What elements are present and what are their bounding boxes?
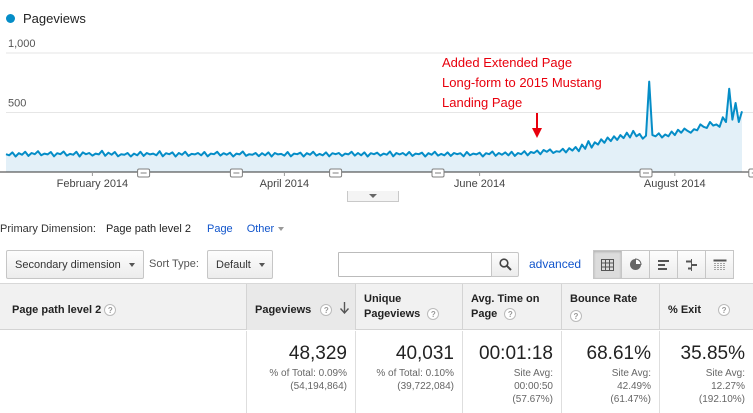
pivot-view-button[interactable] (705, 250, 734, 279)
annotation-text-line: Added Extended Page (442, 55, 572, 70)
totals-cell-avg-time: 00:01:18 Site Avg: 00:00:50 (57.67%) (462, 331, 561, 413)
annotation-marker-icon[interactable] (639, 168, 653, 178)
total-site-value: (54,194,864) (290, 381, 347, 392)
advanced-search-link[interactable]: advanced (529, 257, 581, 271)
comparison-icon (686, 258, 697, 271)
chevron-down-icon (258, 262, 265, 267)
sort-type-dropdown[interactable]: Default (207, 250, 273, 279)
table-view-button[interactable] (593, 250, 622, 279)
col-header-label: Bounce Rate (570, 293, 638, 305)
total-value: 68.61% (586, 343, 651, 364)
total-site-value: (39,722,084) (397, 381, 454, 392)
col-header-exit[interactable]: % Exit ? (659, 284, 753, 330)
site-avg-percent: (57.67%) (512, 394, 553, 405)
chart-canvas: 1,000 500 February 2014 April 2014 June 2014… (0, 38, 753, 190)
performance-view-button[interactable] (649, 250, 678, 279)
search-button[interactable] (491, 252, 519, 277)
sort-type-value: Default (216, 258, 251, 271)
table-header-row: Page path level 2 ? Pageviews ? Unique P… (0, 284, 753, 330)
series-dot-icon (6, 14, 15, 23)
secondary-dimension-dropdown[interactable]: Secondary dimension (6, 250, 144, 279)
secondary-dimension-label: Secondary dimension (15, 258, 121, 271)
col-header-page-path-level-2[interactable]: Page path level 2 ? (0, 284, 246, 330)
help-icon[interactable]: ? (427, 308, 440, 321)
sort-type-label: Sort Type: (149, 258, 199, 270)
site-avg-label: Site Avg: (611, 368, 651, 379)
primary-dimension-page-link[interactable]: Page (207, 223, 233, 235)
y-tick-label: 500 (8, 98, 26, 110)
totals-cell-dimension (0, 331, 246, 413)
pageviews-chart: 1,000 500 February 2014 April 2014 June 2014… (0, 0, 753, 205)
view-switcher (593, 250, 734, 279)
primary-dimension-label: Primary Dimension: (0, 223, 96, 235)
help-icon[interactable]: ? (570, 310, 582, 322)
x-tick-label: April 2014 (260, 178, 310, 190)
total-percent: % of Total: 0.10% (376, 368, 454, 379)
help-icon[interactable]: ? (104, 304, 117, 317)
comparison-view-button[interactable] (677, 250, 706, 279)
totals-cell-unique-pageviews: 40,031 % of Total: 0.10% (39,722,084) (355, 331, 462, 413)
annotation-marker-icon[interactable] (431, 168, 445, 178)
other-label: Other (246, 223, 275, 235)
primary-dimension-bar: Primary Dimension: Page path level 2 Pag… (0, 223, 285, 235)
totals-cell-pageviews: 48,329 % of Total: 0.09% (54,194,864) (246, 331, 355, 413)
bar-rows-icon (658, 259, 669, 270)
col-header-label: % Exit (668, 304, 702, 316)
pivot-icon (713, 259, 726, 271)
annotation-text-line: Landing Page (442, 95, 522, 110)
totals-cell-exit: 35.85% Site Avg: 12.27% (192.10%) (659, 331, 753, 413)
report-table: Page path level 2 ? Pageviews ? Unique P… (0, 283, 753, 413)
col-header-bounce-rate[interactable]: Bounce Rate ? (561, 284, 659, 330)
pie-view-button[interactable] (621, 250, 650, 279)
total-percent: % of Total: 0.09% (269, 368, 347, 379)
site-avg-label: Site Avg: (705, 368, 745, 379)
annotation-marker-icon[interactable] (229, 168, 243, 178)
primary-dimension-active: Page path level 2 (105, 223, 191, 235)
x-tick-label: June 2014 (454, 178, 505, 190)
col-header-avg-time-on-page[interactable]: Avg. Time on Page ? (462, 284, 561, 330)
totals-row: 48,329 % of Total: 0.09% (54,194,864) 40… (0, 331, 753, 413)
totals-cell-bounce-rate: 68.61% Site Avg: 42.49% (61.47%) (561, 331, 659, 413)
annotation-text-line: Long-form to 2015 Mustang (442, 75, 602, 90)
x-tick-label: February 2014 (57, 178, 129, 190)
sort-descending-icon (340, 302, 349, 314)
legend-label: Pageviews (23, 11, 86, 26)
chevron-down-icon (129, 262, 135, 267)
pie-chart-icon (630, 258, 642, 270)
annotation-marker-icon[interactable] (748, 168, 753, 178)
total-value: 48,329 (288, 343, 347, 364)
total-value: 00:01:18 (479, 343, 553, 364)
chart-collapse-handle[interactable] (347, 191, 399, 202)
col-header-label: Unique Pageviews (364, 293, 421, 320)
help-icon[interactable]: ? (504, 308, 517, 321)
site-avg-label: Site Avg: (513, 368, 553, 379)
col-header-label: Pageviews (255, 304, 312, 316)
help-icon[interactable]: ? (718, 304, 731, 317)
col-header-pageviews[interactable]: Pageviews ? (246, 284, 355, 330)
table-toolbar: Secondary dimension Sort Type: Default a… (0, 250, 753, 280)
total-value: 35.85% (680, 343, 745, 364)
series-area-pageviews (6, 81, 742, 172)
site-avg-percent: (192.10%) (698, 394, 745, 405)
annotation-marker-icon[interactable] (137, 168, 151, 178)
total-value: 40,031 (395, 343, 454, 364)
y-tick-label: 1,000 (8, 38, 36, 50)
primary-dimension-other-dropdown[interactable]: Other (247, 223, 285, 235)
chevron-down-icon (278, 227, 285, 231)
chevron-down-icon (369, 194, 377, 198)
col-header-label: Page path level 2 (12, 304, 102, 316)
help-icon[interactable]: ? (320, 304, 333, 317)
col-header-unique-pageviews[interactable]: Unique Pageviews ? (355, 284, 462, 330)
site-avg-value: 12.27% (711, 381, 745, 392)
search-input[interactable] (338, 252, 492, 277)
annotation-marker-icon[interactable] (329, 168, 343, 178)
chart-legend[interactable]: Pageviews (6, 11, 86, 26)
annotation-arrow-head (532, 128, 542, 138)
site-avg-value: 00:00:50 (514, 381, 553, 392)
x-tick-label: August 2014 (644, 178, 706, 190)
site-avg-value: 42.49% (617, 381, 651, 392)
grid-icon (601, 258, 614, 271)
site-avg-percent: (61.47%) (610, 394, 651, 405)
search-icon (498, 258, 512, 271)
